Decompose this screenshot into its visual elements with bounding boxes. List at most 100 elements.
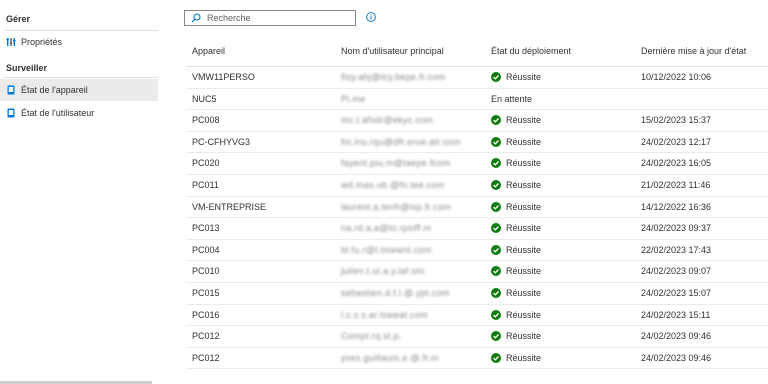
user-principal-name: julien.t.ur.a.y.laf.om xyxy=(341,266,425,277)
column-header-last-update[interactable]: Dernière mise à jour d'état xyxy=(641,46,746,56)
table-row[interactable]: PC011 wd.mas.ub.@fn.tee.com Réussite 21/02/… xyxy=(186,175,768,197)
success-check-icon xyxy=(491,179,501,190)
success-check-icon xyxy=(491,223,501,234)
table-row[interactable]: PC020 fayent.piu.m@taepe.fcom Réussite 24/0… xyxy=(186,153,768,175)
deployment-status-text: Réussite xyxy=(506,158,542,169)
deployment-status: Réussite xyxy=(491,244,542,255)
deployment-status: Réussite xyxy=(491,179,542,190)
deployment-status: Réussite xyxy=(491,352,542,363)
deployment-status-text: Réussite xyxy=(506,309,542,320)
table-row[interactable]: VM-ENTREPRISE laurent.a.tenh@isp.fr.com Ré… xyxy=(186,197,768,219)
table-header: Appareil Nom d'utilisateur principal Éta… xyxy=(186,40,768,67)
device-name: PC013 xyxy=(192,223,220,234)
last-status-update: 24/02/2023 09:46 xyxy=(641,331,712,342)
deployment-status: Réussite xyxy=(491,201,542,212)
search-box[interactable] xyxy=(184,10,356,26)
success-check-icon xyxy=(491,352,501,363)
device-name: PC012 xyxy=(192,352,220,363)
manage-heading: Gérer xyxy=(6,14,31,24)
user-principal-name: mc.t.afsdr@ekyc.com xyxy=(341,115,434,126)
table-body: VMW11PERSO floy.ahj@tcy.bepe.fr.com Réussi… xyxy=(186,67,768,370)
sidebar-item-device-status[interactable]: État de l'appareil xyxy=(0,79,158,101)
info-icon[interactable] xyxy=(366,12,376,22)
last-status-update: 24/02/2023 12:17 xyxy=(641,136,712,147)
device-name: PC004 xyxy=(192,244,220,255)
device-name: PC-CFHYVG3 xyxy=(192,136,251,147)
success-check-icon xyxy=(491,244,501,255)
success-check-icon xyxy=(491,72,501,82)
user-principal-name: laurent.a.tenh@isp.fr.com xyxy=(341,201,452,212)
deployment-status: Réussite xyxy=(491,158,542,169)
success-check-icon xyxy=(491,287,501,298)
deployment-status: En attente xyxy=(491,94,532,104)
last-status-update: 10/12/2022 10:06 xyxy=(641,72,712,82)
sidebar-item-label: Propriétés xyxy=(21,37,63,47)
deployment-status-text: Réussite xyxy=(506,179,542,190)
column-header-deployment-status[interactable]: État du déploiement xyxy=(491,46,571,56)
table-row[interactable]: PC004 bl.fu.r@t.tmewnl.com Réussite 22/02/2… xyxy=(186,240,768,262)
device-name: NUC5 xyxy=(192,93,217,104)
sidebar-item-label: État de l'utilisateur xyxy=(21,108,95,118)
column-header-user[interactable]: Nom d'utilisateur principal xyxy=(341,46,444,56)
last-status-update: 24/02/2023 09:46 xyxy=(641,352,712,363)
table-row[interactable]: NUC5 Pi.me En attente xyxy=(186,89,768,111)
device-status-table: Appareil Nom d'utilisateur principal Éta… xyxy=(186,40,768,370)
deployment-status-text: Réussite xyxy=(506,115,542,126)
user-principal-name: floy.ahj@tcy.bepe.fr.com xyxy=(341,72,446,82)
last-status-update: 22/02/2023 17:43 xyxy=(641,244,712,255)
last-status-update: 21/02/2023 11:46 xyxy=(641,179,711,190)
deployment-status: Réussite xyxy=(491,115,542,126)
last-status-update: 24/02/2023 09:37 xyxy=(641,223,712,234)
search-input[interactable] xyxy=(207,13,347,23)
last-status-update: 24/02/2023 15:07 xyxy=(641,287,712,298)
device-icon xyxy=(6,108,16,118)
success-check-icon xyxy=(491,158,501,169)
device-icon xyxy=(6,85,16,95)
table-row[interactable]: PC016 l.c.s.s.ar.lsweat.com Réussite 24/02/… xyxy=(186,305,768,327)
last-status-update: 24/02/2023 16:05 xyxy=(641,158,712,169)
deployment-status: Réussite xyxy=(491,72,541,82)
success-check-icon xyxy=(491,136,501,147)
deployment-status-text: Réussite xyxy=(506,201,542,212)
table-row[interactable]: PC013 na.rd.a.a@to.rpsiff.m Réussite 24/02/… xyxy=(186,218,768,240)
device-name: PC012 xyxy=(192,331,220,342)
table-row[interactable]: PC-CFHYVG3 fm.lnu.rqu@dfr.erue.atr.com Réu… xyxy=(186,132,768,154)
sidebar-item-user-status[interactable]: État de l'utilisateur xyxy=(0,102,158,124)
device-name: PC020 xyxy=(192,158,220,169)
user-principal-name: bl.fu.r@t.tmewnl.com xyxy=(341,244,432,255)
device-name: VM-ENTREPRISE xyxy=(192,201,267,212)
sidebar-item-properties[interactable]: Propriétés xyxy=(0,31,158,53)
user-principal-name: fm.lnu.rqu@dfr.erue.atr.com xyxy=(341,136,461,147)
device-name: PC010 xyxy=(192,266,220,277)
user-principal-name: l.c.s.s.ar.lsweat.com xyxy=(341,309,428,320)
search-icon xyxy=(191,13,201,23)
sidebar-divider xyxy=(4,77,158,78)
success-check-icon xyxy=(491,266,501,277)
sidebar: Gérer Propriétés Surveiller État de l'ap… xyxy=(0,0,158,384)
table-row[interactable]: PC010 julien.t.ur.a.y.laf.om Réussite 24/02… xyxy=(186,261,768,283)
deployment-status-text: Réussite xyxy=(506,352,542,363)
table-row[interactable]: PC015 sebastien.d.f.l.@.ypt.com Réussite 24… xyxy=(186,283,768,305)
properties-icon xyxy=(6,37,16,47)
table-row[interactable]: PC012 Compt.rq.st.p. Réussite 24/02/2023 09… xyxy=(186,326,768,348)
deployment-status-text: Réussite xyxy=(506,331,542,342)
user-principal-name: Pi.me xyxy=(341,93,366,104)
device-name: VMW11PERSO xyxy=(192,72,255,82)
deployment-status: Réussite xyxy=(491,287,541,298)
device-name: PC008 xyxy=(192,115,220,126)
table-row[interactable]: VMW11PERSO floy.ahj@tcy.bepe.fr.com Réussi… xyxy=(186,67,768,89)
table-row[interactable]: PC008 mc.t.afsdr@ekyc.com Réussite 15/02/20… xyxy=(186,110,768,132)
user-principal-name: sebastien.d.f.l.@.ypt.com xyxy=(341,287,450,298)
success-check-icon xyxy=(491,201,501,212)
device-name: PC015 xyxy=(192,287,220,298)
deployment-status-text: Réussite xyxy=(506,244,542,255)
column-header-device[interactable]: Appareil xyxy=(192,46,225,56)
last-status-update: 14/12/2022 16:36 xyxy=(641,201,712,212)
deployment-status: Réussite xyxy=(491,136,541,147)
table-row[interactable]: PC012 yves.guillaum.e.@.fr.m Réussite 24/02… xyxy=(186,348,768,370)
last-status-update: 24/02/2023 09:07 xyxy=(641,266,712,277)
deployment-status: Réussite xyxy=(491,331,542,342)
deployment-status: Réussite xyxy=(491,266,541,277)
last-status-update: 15/02/2023 15:37 xyxy=(641,115,712,126)
sidebar-item-label: État de l'appareil xyxy=(21,85,88,95)
